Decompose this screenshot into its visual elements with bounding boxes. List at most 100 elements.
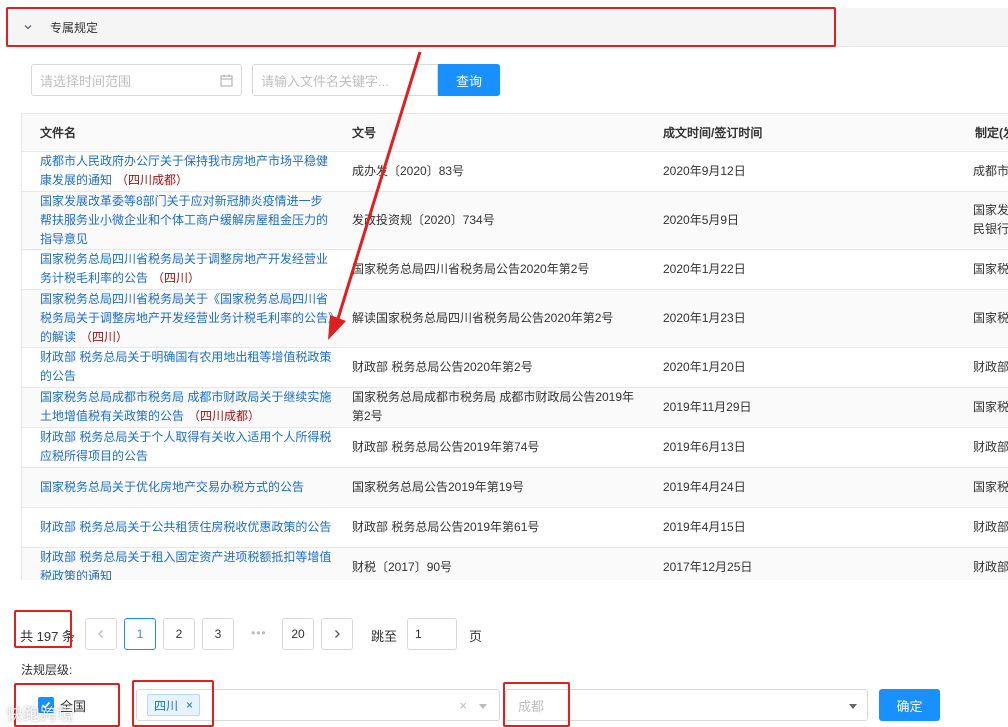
cell-date: 2019年11月29日 [645, 387, 957, 428]
chevron-left-icon [98, 630, 103, 638]
cell-filename: 成都市人民政府办公厅关于保持我市房地产市场平稳健康发展的通知 （四川成都） [22, 151, 334, 192]
document-link[interactable]: 国家发展改革委等8部门关于应对新冠肺炎疫情进一步帮扶服务业小微企业和个体工商户缓… [40, 194, 328, 246]
nationwide-checkbox[interactable]: 全国 [20, 689, 120, 721]
cell-filename: 国家税务总局关于优化房地产交易办税方式的公告 [22, 467, 334, 508]
cell-agency: 财政部 [957, 347, 1008, 388]
region-tag: （四川） [152, 271, 201, 285]
calendar-icon [220, 74, 233, 86]
date-range-placeholder: 请选择时间范围 [40, 73, 132, 89]
page-button-2[interactable]: 2 [163, 618, 195, 650]
document-link[interactable]: 财政部 税务总局关于个人取得有关收入适用个人所得税应税所得项目的公告 [40, 430, 331, 463]
province-select[interactable]: 四川 × × [136, 689, 500, 721]
column-header-agency: 制定(发 [957, 114, 1008, 152]
page-suffix: 页 [469, 629, 483, 644]
cell-filename: 国家发展改革委等8部门关于应对新冠肺炎疫情进一步帮扶服务业小微企业和个体工商户缓… [22, 191, 334, 250]
table-row: 财政部 税务总局关于明确国有农用地出租等增值税政策的公告 财政部 税务总局公告20… [22, 347, 1008, 388]
table-row: 财政部 税务总局关于个人取得有关收入适用个人所得税应税所得项目的公告 财政部 税务… [22, 427, 1008, 468]
date-range-input[interactable]: 请选择时间范围 [31, 64, 242, 96]
cell-date: 2020年1月22日 [645, 249, 957, 290]
table-header-row: 文件名 文号 成文时间/签订时间 制定(发 [22, 114, 1008, 152]
cell-filename: 财政部 税务总局关于租入固定资产进项税额抵扣等增值税政策的通知 [22, 547, 334, 580]
document-link[interactable]: 国家税务总局关于优化房地产交易办税方式的公告 [40, 480, 304, 494]
collapse-title: 专属规定 [50, 20, 99, 35]
document-link[interactable]: 财政部 税务总局关于公共租赁住房税收优惠政策的公告 [40, 520, 331, 534]
page-button-1[interactable]: 1 [124, 618, 156, 650]
cell-agency: 国家税 [957, 467, 1008, 508]
table-row: 国家税务总局关于优化房地产交易办税方式的公告 国家税务总局公告2019年第19号 2… [22, 467, 1008, 508]
document-link[interactable]: 财政部 税务总局关于租入固定资产进项税额抵扣等增值税政策的通知 [40, 550, 331, 580]
cell-agency: 成都市 [957, 151, 1008, 192]
cell-date: 2019年6月13日 [645, 427, 957, 468]
cell-doc-number: 国家税务总局四川省税务局公告2020年第2号 [334, 249, 645, 290]
chevron-down-icon [849, 704, 857, 709]
tag-close-icon[interactable]: × [186, 698, 193, 712]
cell-doc-number: 财政部 税务总局公告2020年第2号 [334, 347, 645, 388]
chevron-down-icon [24, 25, 32, 30]
keyword-placeholder: 请输入文件名关键字... [261, 73, 389, 89]
table-row: 成都市人民政府办公厅关于保持我市房地产市场平稳健康发展的通知 （四川成都） 成办发〔… [22, 151, 1008, 192]
table-row: 国家发展改革委等8部门关于应对新冠肺炎疫情进一步帮扶服务业小微企业和个体工商户缓… [22, 191, 1008, 250]
cell-doc-number: 解读国家税务总局四川省税务局公告2020年第2号 [334, 289, 645, 348]
table-row: 财政部 税务总局关于租入固定资产进项税额抵扣等增值税政策的通知 财税〔2017〕9… [22, 547, 1008, 580]
cell-filename: 财政部 税务总局关于个人取得有关收入适用个人所得税应税所得项目的公告 [22, 427, 334, 468]
chevron-right-icon [335, 630, 340, 638]
page-button-20[interactable]: 20 [282, 618, 314, 650]
cell-date: 2017年12月25日 [645, 547, 957, 580]
prev-page-button[interactable] [85, 618, 117, 650]
cell-doc-number: 财政部 税务总局公告2019年第61号 [334, 507, 645, 548]
region-tag: （四川成都） [188, 409, 261, 423]
cell-filename: 国家税务总局四川省税务局关于《国家税务总局四川省税务局关于调整房地产开发经营业务… [22, 289, 334, 348]
regulation-level-row: 全国 四川 × × 成都 确定 [14, 683, 1008, 727]
page-ellipsis[interactable]: ••• [251, 626, 267, 640]
table-row: 财政部 税务总局关于公共租赁住房税收优惠政策的公告 财政部 税务总局公告2019年… [22, 507, 1008, 548]
table-row: 国家税务总局四川省税务局关于《国家税务总局四川省税务局关于调整房地产开发经营业务… [22, 289, 1008, 348]
cell-filename: 财政部 税务总局关于公共租赁住房税收优惠政策的公告 [22, 507, 334, 548]
search-button[interactable]: 查询 [438, 64, 500, 96]
chevron-down-icon [479, 704, 487, 709]
cell-filename: 国家税务总局成都市税务局 成都市财政局关于继续实施土地增值税有关政策的公告 （四川… [22, 387, 334, 428]
table-row: 国家税务总局四川省税务局关于调整房地产开发经营业务计税毛利率的公告 （四川） 国家税… [22, 249, 1008, 290]
next-page-button[interactable] [321, 618, 353, 650]
clear-icon[interactable]: × [459, 698, 467, 713]
province-tag: 四川 × [147, 694, 201, 716]
regulations-table: 文件名 文号 成文时间/签订时间 制定(发 成都市人民政府办公厅关于保持我市房地… [21, 113, 1008, 580]
cell-doc-number: 发改投资规〔2020〕734号 [334, 191, 645, 250]
cell-agency: 国家发 民银行 [957, 191, 1008, 250]
confirm-button[interactable]: 确定 [879, 689, 940, 721]
cell-agency: 财政部 [957, 507, 1008, 548]
collapse-header-exclusive-rules[interactable]: 专属规定 [6, 8, 1008, 47]
document-link[interactable]: 国家税务总局成都市税务局 成都市财政局关于继续实施土地增值税有关政策的公告 [40, 390, 331, 423]
page-button-3[interactable]: 3 [202, 618, 234, 650]
cell-date: 2020年5月9日 [645, 191, 957, 250]
cell-filename: 国家税务总局四川省税务局关于调整房地产开发经营业务计税毛利率的公告 （四川） [22, 249, 334, 290]
cell-agency: 财政部 [957, 547, 1008, 580]
region-tag: （四川成都） [116, 173, 189, 187]
checkbox-checked-icon [38, 697, 54, 713]
nationwide-label: 全国 [60, 698, 87, 714]
cell-date: 2020年1月23日 [645, 289, 957, 348]
region-tag: （四川） [80, 329, 129, 344]
city-select[interactable]: 成都 [505, 689, 868, 721]
table-row: 国家税务总局成都市税务局 成都市财政局关于继续实施土地增值税有关政策的公告 （四川… [22, 387, 1008, 428]
document-link[interactable]: 财政部 税务总局关于明确国有农用地出租等增值税政策的公告 [40, 350, 331, 383]
column-header-date: 成文时间/签订时间 [645, 114, 957, 152]
cell-date: 2019年4月24日 [645, 467, 957, 508]
cell-date: 2019年4月15日 [645, 507, 957, 548]
jump-page-input[interactable]: 1 [407, 618, 457, 650]
cell-filename: 财政部 税务总局关于明确国有农用地出租等增值税政策的公告 [22, 347, 334, 388]
cell-agency: 国家税 [957, 387, 1008, 428]
cell-doc-number: 国家税务总局成都市税务局 成都市财政局公告2019年第2号 [334, 387, 645, 428]
keyword-input[interactable]: 请输入文件名关键字... [252, 64, 438, 96]
cell-agency: 国家税 [957, 249, 1008, 290]
column-header-filename: 文件名 [22, 114, 334, 152]
filter-bar: 请选择时间范围 请输入文件名关键字... 查询 [31, 64, 500, 96]
cell-doc-number: 财税〔2017〕90号 [334, 547, 645, 580]
city-placeholder: 成都 [518, 698, 545, 714]
cell-doc-number: 成办发〔2020〕83号 [334, 151, 645, 192]
jump-label: 跳至 [371, 629, 398, 644]
pagination: 共 197 条 1 2 3 ••• 20 跳至 1 页 [14, 612, 614, 652]
cell-date: 2020年1月20日 [645, 347, 957, 388]
province-tag-label: 四川 [154, 698, 179, 713]
column-header-doc-number: 文号 [334, 114, 645, 152]
cell-doc-number: 国家税务总局公告2019年第19号 [334, 467, 645, 508]
